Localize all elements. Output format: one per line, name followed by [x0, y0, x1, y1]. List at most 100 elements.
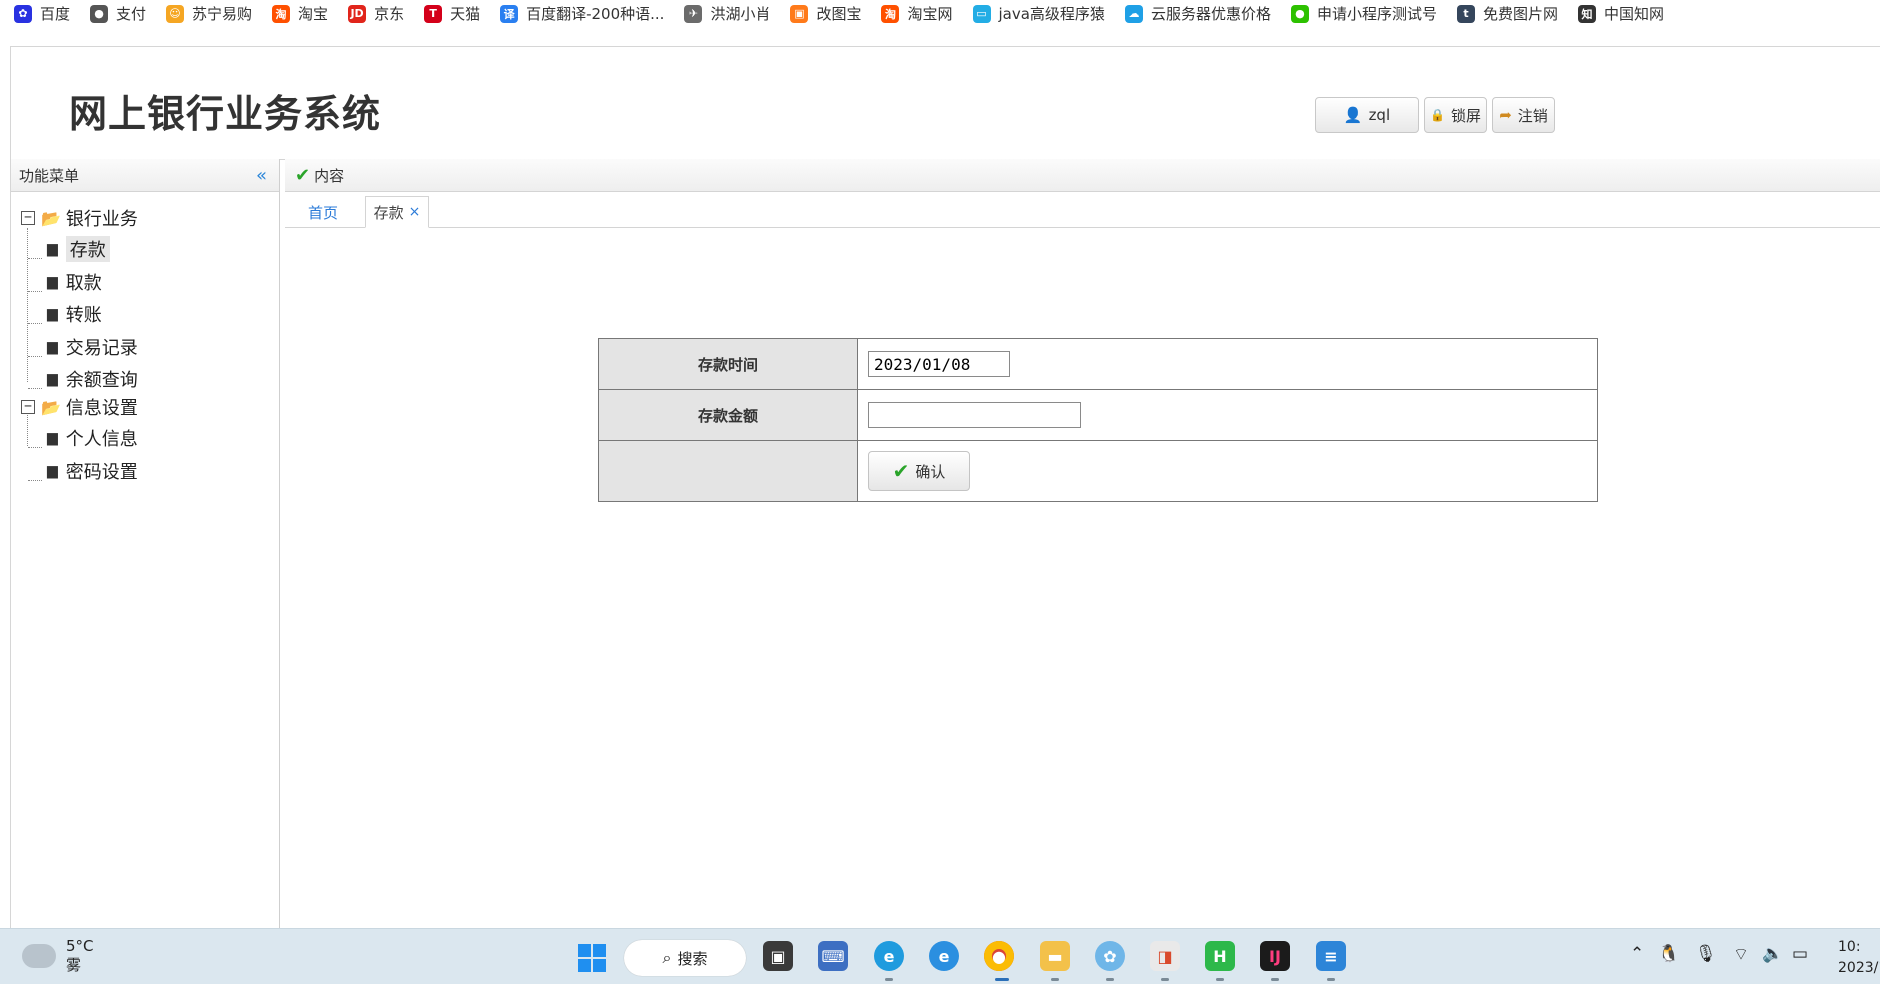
presentation-app-icon[interactable]: ◨	[1150, 941, 1180, 971]
edge-browser-icon[interactable]: e	[874, 941, 904, 971]
bookmark-item[interactable]: ● 申请小程序测试号	[1290, 3, 1437, 24]
confirm-button[interactable]: ✔ 确认	[868, 451, 970, 491]
sidebar-item-transactions[interactable]: ▆ 交易记录	[47, 334, 138, 360]
ie-browser-icon[interactable]: e	[929, 941, 959, 971]
weather-widget[interactable]: 5°C 雾	[22, 937, 94, 975]
collapse-sidebar-icon[interactable]: «	[256, 165, 267, 186]
intellij-idea-icon[interactable]: IJ	[1260, 941, 1290, 971]
deposit-time-input[interactable]	[868, 351, 1010, 377]
logout-button[interactable]: ➦ 注销	[1492, 97, 1555, 133]
tree-group-info-settings[interactable]: − 📂 信息设置	[21, 394, 138, 420]
taobao-icon: 淘	[272, 4, 291, 23]
system-clock[interactable]: 10: 2023/1	[1838, 937, 1880, 979]
sidebar-item-deposit[interactable]: ▆ 存款	[47, 236, 110, 262]
bookmark-item[interactable]: ● 支付	[90, 3, 146, 24]
speaker-icon[interactable]: 🔈	[1762, 944, 1783, 964]
taobao-icon: 淘	[881, 4, 900, 23]
translate-icon: 译	[500, 4, 519, 23]
battery-icon[interactable]: ▭	[1792, 944, 1808, 964]
windows-start-icon[interactable]	[578, 944, 606, 972]
file-icon: ▆	[47, 306, 58, 322]
tree-connector	[28, 388, 42, 389]
logout-icon: ➦	[1499, 106, 1512, 124]
bookmark-label: 淘宝	[298, 5, 329, 23]
sidebar-item-password[interactable]: ▆ 密码设置	[47, 458, 138, 484]
user-button[interactable]: 👤 zql	[1315, 97, 1419, 133]
app-header: 网上银行业务系统 👤 zql 🔒 锁屏 ➦ 注销	[11, 47, 1880, 160]
jd-icon: JD	[348, 4, 367, 23]
bookmark-item[interactable]: ✈ 洪湖小肖	[684, 3, 770, 24]
running-indicator	[1216, 978, 1224, 981]
qq-penguin-icon[interactable]: 🐧	[1658, 944, 1679, 964]
bookmark-item[interactable]: ☺ 苏宁易购	[166, 3, 252, 24]
sidebar-item-label: 存款	[65, 236, 110, 262]
bookmarks-bar: ✿ 百度 ● 支付 ☺ 苏宁易购淘淘宝 JD 京东 T 天猫译百度翻译-200种语... ✈ 洪湖小肖…	[0, 0, 1880, 27]
bookmark-label: 苏宁易购	[192, 5, 253, 23]
wifi-icon[interactable]: ⌔	[1733, 944, 1749, 965]
photos-app-icon[interactable]: ✿	[1095, 941, 1125, 971]
chevron-up-icon[interactable]: ⌃	[1630, 944, 1644, 964]
form-value-cell	[857, 389, 1598, 441]
sidebar-item-profile[interactable]: ▆ 个人信息	[47, 425, 138, 451]
logout-label: 注销	[1517, 106, 1548, 125]
tree-group-banking[interactable]: − 📂 银行业务	[21, 205, 138, 231]
close-icon[interactable]: ×	[409, 204, 421, 220]
notepad-icon[interactable]: ≡	[1316, 941, 1346, 971]
tree-connector	[28, 356, 42, 357]
sidebar-item-withdraw[interactable]: ▆ 取款	[47, 269, 102, 295]
user-icon: 👤	[1343, 106, 1363, 124]
page-title: 网上银行业务系统	[69, 92, 382, 136]
bookmark-label: java高级程序猿	[998, 5, 1105, 23]
deposit-amount-input[interactable]	[868, 402, 1081, 428]
bookmark-label: 云服务器优惠价格	[1150, 5, 1271, 23]
sidebar-item-balance[interactable]: ▆ 余额查询	[47, 366, 138, 392]
file-icon: ▆	[47, 371, 58, 387]
bookmark-item[interactable]: t 免费图片网	[1456, 3, 1558, 24]
tab-bar: 首页 存款 ×	[285, 192, 1880, 228]
sidebar-item-label: 余额查询	[65, 370, 138, 391]
search-label: 搜索	[677, 949, 708, 968]
network-computer-icon[interactable]: ⌨	[818, 941, 848, 971]
collapse-toggle-icon[interactable]: −	[21, 211, 35, 225]
file-explorer-icon[interactable]: ▬	[1040, 941, 1070, 971]
bookmark-item[interactable]: 淘淘宝网	[881, 3, 953, 24]
tree-connector	[28, 258, 42, 259]
file-icon: ▆	[47, 274, 58, 290]
tab-deposit[interactable]: 存款 ×	[365, 196, 429, 228]
lock-screen-button[interactable]: 🔒 锁屏	[1424, 97, 1487, 133]
clock-date: 2023/1	[1838, 960, 1880, 976]
deposit-time-label: 存款时间	[598, 338, 858, 390]
collapse-toggle-icon[interactable]: −	[21, 400, 35, 414]
chrome-browser-icon[interactable]: ●	[984, 941, 1014, 971]
hbuilder-icon[interactable]: H	[1205, 941, 1235, 971]
tab-home[interactable]: 首页	[297, 196, 349, 228]
bookmark-item[interactable]: ✿ 百度	[14, 3, 70, 24]
bookmark-item[interactable]: JD 京东	[348, 3, 404, 24]
globe-icon: ●	[90, 4, 109, 23]
menu-tree: − 📂 银行业务 ▆ 存款 ▆ 取款 ▆ 转账 ▆ 交易记录 ▆ 余额查询 − …	[11, 192, 279, 483]
cloud-icon: ☁	[1124, 4, 1143, 23]
content-title: 内容	[314, 166, 345, 185]
bank-app: 网上银行业务系统 👤 zql 🔒 锁屏 ➦ 注销 功能菜单 « − 📂 银行业务…	[10, 46, 1880, 929]
bookmark-item[interactable]: 译百度翻译-200种语...	[500, 3, 664, 24]
bookmark-item[interactable]: ☁ 云服务器优惠价格	[1124, 3, 1271, 24]
bookmark-item[interactable]: ▭ java高级程序猿	[972, 3, 1105, 24]
form-value-cell	[857, 338, 1598, 390]
check-icon: ✔	[892, 459, 910, 483]
task-view-icon[interactable]: ▣	[763, 941, 793, 971]
lock-icon: 🔒	[1430, 108, 1445, 122]
folder-open-icon: 📂	[41, 208, 61, 228]
bookmark-item[interactable]: ▣ 改图宝	[790, 3, 861, 24]
bookmark-item[interactable]: T 天猫	[424, 3, 480, 24]
tree-connector	[28, 323, 42, 324]
sidebar-item-transfer[interactable]: ▆ 转账	[47, 301, 102, 327]
microphone-icon[interactable]: 🎙	[1695, 944, 1717, 964]
bookmark-item[interactable]: 淘淘宝	[272, 3, 328, 24]
taskbar: 5°C 雾 ⌕ 搜索 ▣ ⌨ e e ● ▬ ✿ ◨ H IJ ≡ ⌃ 🐧 🎙 …	[0, 928, 1880, 984]
content-header: ✔ 内容	[285, 159, 1880, 192]
taskbar-search[interactable]: ⌕ 搜索	[624, 940, 746, 976]
bookmark-item[interactable]: 知中国知网	[1577, 3, 1664, 24]
tab-label: 存款	[373, 203, 404, 222]
folder-open-icon: 📂	[41, 397, 61, 417]
empty-label-cell	[598, 440, 858, 502]
